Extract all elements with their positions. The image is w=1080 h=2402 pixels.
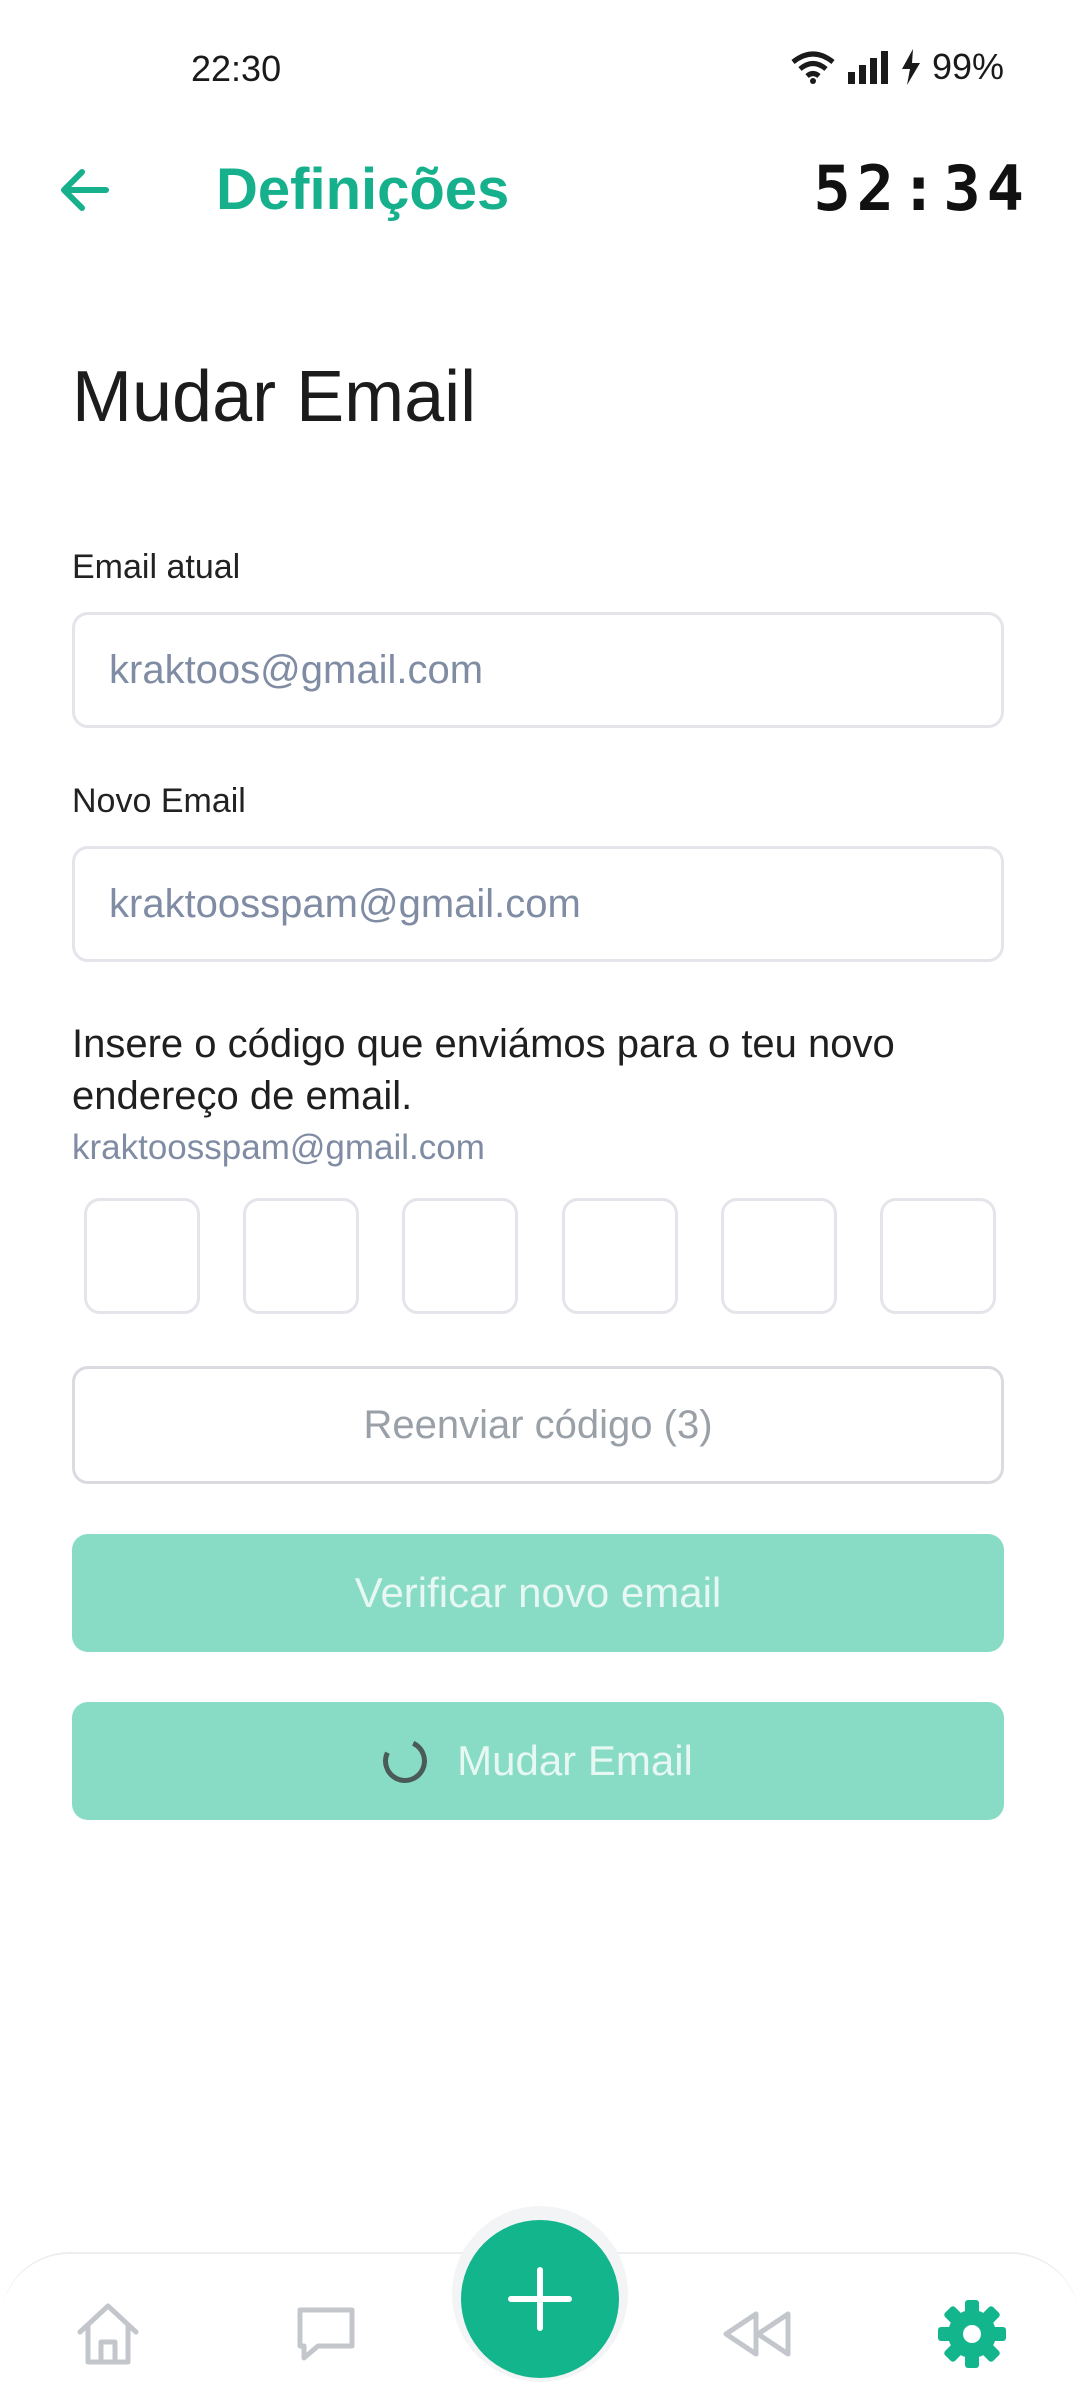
battery-level: 99% [931, 46, 1004, 87]
new-email-value: kraktoosspam@gmail.com [109, 881, 581, 926]
chat-icon [297, 2307, 355, 2361]
change-email-label: Mudar Email [457, 1737, 693, 1784]
session-timer: 52:34 [813, 152, 1030, 225]
code-digit-box[interactable] [402, 1198, 519, 1314]
add-icon [508, 2267, 572, 2331]
top-app-bar: Definições 52:34 [0, 130, 1080, 250]
status-icons: 99% [790, 46, 1004, 88]
settings-icon [938, 2300, 1006, 2368]
signal-icon [846, 50, 890, 84]
status-time: 22:30 [191, 48, 282, 89]
page-title: Mudar Email [72, 357, 477, 437]
add-button[interactable] [461, 2220, 619, 2378]
code-digit-box[interactable] [561, 1198, 678, 1314]
arrow-left-icon [61, 169, 109, 211]
verification-code-input [84, 1198, 996, 1314]
current-email-value: kraktoos@gmail.com [109, 647, 484, 692]
nav-settings[interactable] [932, 2294, 1012, 2374]
code-digit-box[interactable] [720, 1198, 837, 1314]
rewind-icon [723, 2311, 791, 2357]
code-digit-box[interactable] [243, 1198, 360, 1314]
back-button[interactable] [52, 158, 116, 222]
charging-icon [900, 49, 922, 85]
verification-instruction: Insere o código que enviámos para o teu … [72, 1022, 895, 1118]
current-email-field[interactable]: kraktoos@gmail.com [72, 612, 1004, 728]
verify-email-button[interactable]: Verificar novo email [72, 1534, 1004, 1652]
wifi-icon [790, 50, 836, 84]
resend-code-label: Reenviar código (3) [363, 1402, 713, 1447]
current-email-label: Email atual [72, 548, 241, 586]
new-email-label: Novo Email [72, 782, 246, 820]
resend-code-button[interactable]: Reenviar código (3) [72, 1366, 1004, 1484]
header-title: Definições [216, 157, 510, 222]
new-email-field[interactable]: kraktoosspam@gmail.com [72, 846, 1004, 962]
loading-spinner-icon [376, 1732, 434, 1790]
code-digit-box[interactable] [84, 1198, 200, 1314]
nav-home[interactable] [68, 2294, 148, 2374]
nav-chat[interactable] [286, 2294, 366, 2374]
verify-email-label: Verificar novo email [354, 1569, 722, 1616]
change-email-button[interactable]: Mudar Email [72, 1702, 1004, 1820]
code-digit-box[interactable] [879, 1198, 996, 1314]
verification-email: kraktoosspam@gmail.com [72, 1128, 485, 1167]
home-icon [77, 2303, 139, 2365]
nav-rewind[interactable] [716, 2294, 796, 2374]
status-bar: 22:30 99% [0, 0, 1080, 130]
